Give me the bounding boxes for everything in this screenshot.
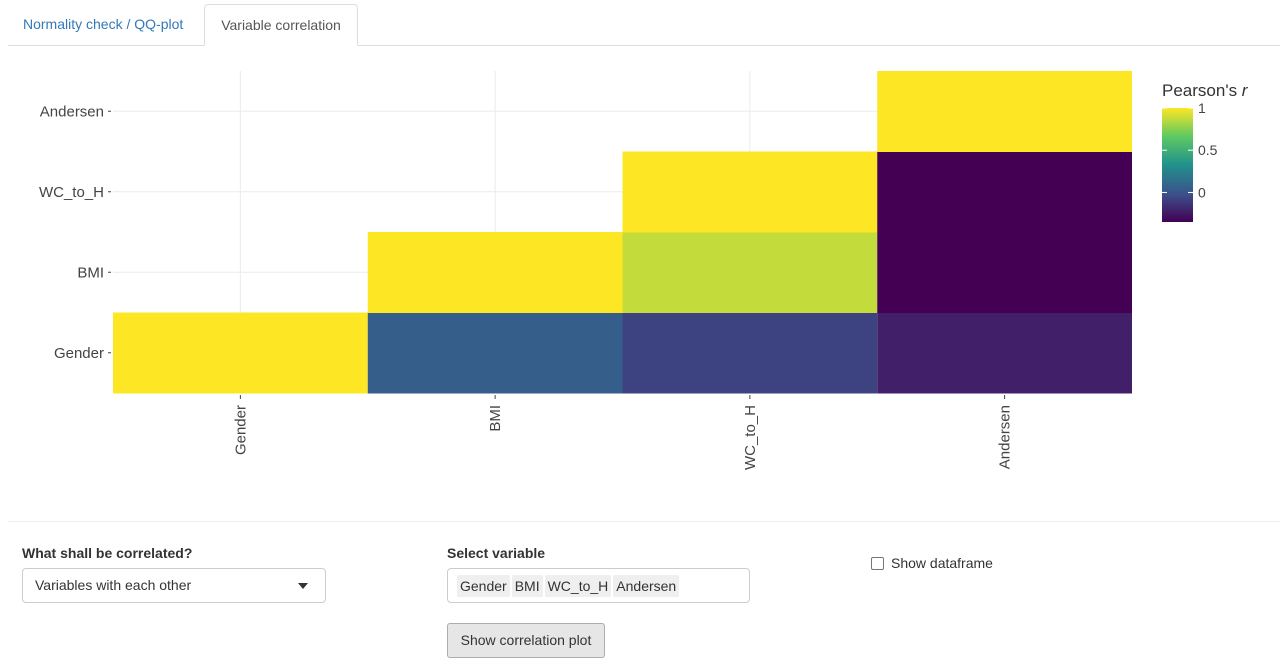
variable-tag[interactable]: WC_to_H [544, 575, 612, 597]
variable-select-input[interactable]: Gender BMI WC_to_H Andersen [447, 568, 750, 603]
x-tick-label: Andersen [997, 405, 1014, 469]
legend-tick-label: 0.5 [1198, 142, 1218, 158]
legend-colorbar [1162, 108, 1193, 222]
heatmap-cell [113, 312, 368, 394]
heatmap-cell [622, 232, 878, 313]
tab-bar: Normality check / QQ-plot Variable corre… [0, 0, 1280, 46]
y-tick-label: WC_to_H [39, 184, 104, 201]
correlate-select-value: Variables with each other [35, 577, 192, 593]
x-tick-label: Gender [232, 405, 249, 455]
section-divider [8, 521, 1280, 522]
heatmap-cell [877, 151, 1132, 233]
heatmap-cell [367, 232, 623, 313]
variable-tag[interactable]: BMI [511, 575, 543, 597]
legend-tick-label: 0 [1198, 184, 1206, 200]
correlate-label: What shall be correlated? [22, 545, 193, 561]
color-legend: Pearson's r1 0.5 0 [1162, 81, 1249, 222]
x-tick-label: BMI [487, 405, 504, 432]
x-tick-label: WC_to_H [742, 405, 759, 470]
correlation-heatmap: Gender BMI WC_to_H Andersen Gender BMI WC_to_… [39, 71, 1249, 470]
legend-title: Pearson's r [1162, 81, 1249, 100]
show-dataframe-label: Show dataframe [891, 555, 993, 571]
heatmap-cell [622, 312, 878, 394]
y-tick-label: BMI [77, 264, 104, 281]
x-axis: Gender BMI WC_to_H Andersen [232, 395, 1014, 470]
y-tick-label: Andersen [40, 103, 104, 120]
y-tick-label: Gender [54, 345, 104, 362]
y-axis: Gender BMI WC_to_H Andersen [39, 103, 111, 362]
heatmap-cell [877, 232, 1132, 313]
show-dataframe-checkbox[interactable] [871, 556, 884, 570]
variable-tag[interactable]: Andersen [613, 575, 680, 597]
legend-tick-label: 1 [1198, 100, 1206, 116]
show-dataframe-option[interactable]: Show dataframe [871, 555, 993, 571]
correlate-select[interactable]: Variables with each other [22, 568, 326, 603]
heatmap-cell [622, 151, 878, 233]
show-correlation-plot-button[interactable]: Show correlation plot [447, 623, 605, 658]
heatmap-cell [877, 71, 1132, 152]
heatmap-cell [877, 312, 1132, 394]
variable-tag[interactable]: Gender [457, 575, 510, 597]
tab-normality-check[interactable]: Normality check / QQ-plot [8, 4, 198, 45]
chevron-down-icon [298, 583, 308, 589]
select-variable-label: Select variable [447, 545, 546, 561]
tab-variable-correlation[interactable]: Variable correlation [204, 4, 358, 46]
heatmap-cells [113, 71, 1132, 394]
heatmap-cell [367, 312, 623, 394]
